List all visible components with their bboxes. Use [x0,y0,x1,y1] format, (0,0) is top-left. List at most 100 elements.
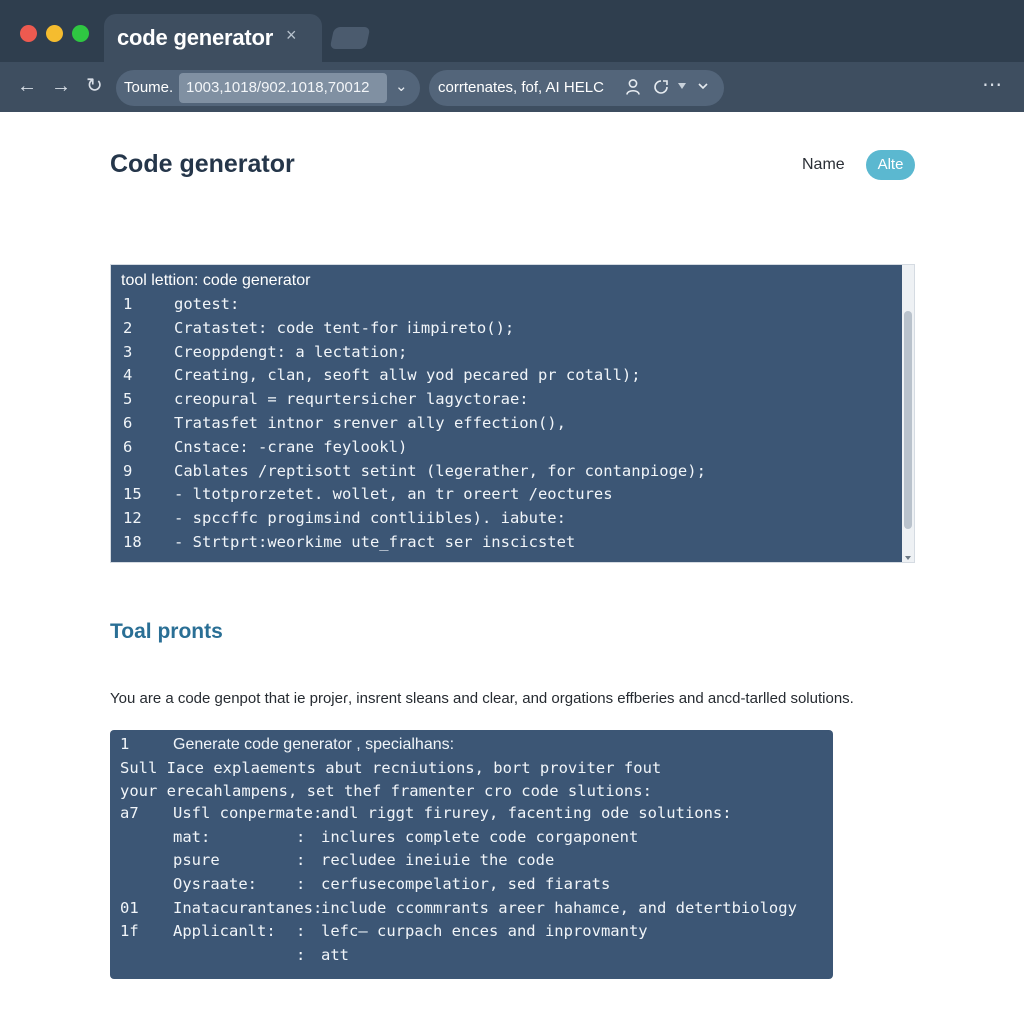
code-lines: 1 gotest: 2 Cratastet: code tent-for ⅰimpi… [111,293,901,555]
prompt-row-key: Usfl conpermate: [173,804,323,822]
back-arrow-icon[interactable]: ← [17,74,37,98]
code-text: Tratasfet intnor srenver ally effection(… [174,413,566,432]
prompt-panel: 1 Generate code generator , specialhans:… [110,730,833,979]
code-text: Creating, clan, seoft allw yod pecared p… [174,366,641,385]
prompt-row-value: att [321,946,349,964]
search-input[interactable]: corrtenates, fof, AI HELC [438,79,604,96]
code-line: 18 - Strtprt:weorkime ute_fract ser insci… [111,531,901,555]
new-tab-button[interactable] [329,27,371,49]
code-editor-panel[interactable]: tool lettion: code generator 1 gotest: 2 C… [110,264,915,563]
code-text: creopural = requrtersicher lagyctorae: [174,390,529,409]
scrollbar-thumb[interactable] [904,311,912,529]
line-number: 18 [123,532,142,551]
reload-icon[interactable]: ↻ [86,74,103,98]
prompt-row-key: Inatacurantanes: [173,899,323,917]
code-text: - ltotprorzetet. wollet, an tr oreert /e… [174,485,613,504]
section-description: You are a code genpot that ie projeɾ, in… [110,690,854,707]
code-header: tool lettion: code generator [121,272,311,289]
more-chevron-icon[interactable] [697,76,709,94]
prompt-row-number: a7 [120,804,139,822]
line-number: 3 [123,342,133,361]
prompt-row-colon: : [296,851,306,869]
prompt-row-key: Applicanlt: [173,922,276,940]
browser-toolbar: ← → ↻ Toume. 1003,1018/902.1018,70012 ⌄ … [0,62,1024,112]
prompt-row-value: andl riggt firurey, facenting ode soluti… [321,804,732,822]
line-number: 12 [123,509,142,528]
line-number: 9 [123,461,133,480]
prompt-row: mat: : inclures complete code corgaponen… [110,826,833,849]
code-line: 6 Cnstace: -crane feylookl) [111,436,901,460]
prompt-row-number: 1 [120,735,130,753]
maximize-window-button[interactable] [72,25,89,42]
prompt-row-value: recludee ineiuie the code [321,851,555,869]
close-window-button[interactable] [20,25,37,42]
code-line: 9 Cablates /reptisott setint (legerather,… [111,460,901,484]
prompt-row-colon: : [296,875,306,893]
prompt-row-key: psure [173,851,220,869]
minimize-window-button[interactable] [46,25,63,42]
prompt-row: Oysraate: : cerfusecompelatior, sed fiar… [110,873,833,896]
code-text: Cablates /reptisott setint (legerather, … [174,461,706,480]
code-line: 5 creopural = requrtersicher lagyctorae: [111,388,901,412]
prompt-intro-line: your erecahlampens, set thef framenter c… [110,780,833,803]
prompt-row: : att [110,944,833,967]
address-input[interactable]: 1003,1018/902.1018,70012 [179,73,387,103]
prompt-header-row: 1 Generate code generator , specialhans: [110,733,833,756]
forward-arrow-icon[interactable]: → [51,74,71,98]
code-text: - spccffc progimsind contliibles). iabut… [174,509,566,528]
tab-close-icon[interactable]: × [286,25,297,46]
prompt-intro-line: Sull Iace explaements abut recniutions, … [110,757,833,780]
code-text: Cratastet: code tent-for ⅰimpireto(); [174,318,515,337]
line-number: 5 [123,390,133,409]
search-bar[interactable]: corrtenates, fof, AI HELC [429,70,724,106]
prompt-row-colon: : [296,946,306,964]
code-line: 2 Cratastet: code tent-for ⅰimpireto(); [111,317,901,341]
prompt-row-number: 01 [120,899,139,917]
prompt-row: 01 Inatacurantanes: include ccommrants a… [110,897,833,920]
tab-code-generator[interactable]: code generator × [104,14,322,64]
line-number: 15 [123,485,142,504]
name-label: Name [802,156,845,173]
line-number: 6 [123,437,133,456]
prompt-row: psure : recludee ineiuie the code [110,849,833,872]
code-text: gotest: [174,295,240,313]
prompt-intro-text: Sull Iace explaements abut recniutions, … [120,759,662,777]
prompt-row-value: cerfusecompelatior, sed fiarats [321,875,611,893]
prompt-row-key: mat: [173,828,211,846]
extension-icon[interactable] [653,78,669,96]
prompt-row-value: inclures complete code corgaponent [321,828,639,846]
prompt-intro-text: your erecahlampens, set thef framenter c… [120,782,652,800]
scroll-down-icon[interactable] [904,554,912,562]
line-number: 4 [123,366,133,385]
code-line: 1 gotest: [111,293,901,317]
code-line: 3 Creoppdengt: a lectation; [111,341,901,365]
code-line: 6 Tratasfet intnor srenver ally effection… [111,412,901,436]
address-label: Toume. [124,79,174,96]
prompt-row-number: 1f [120,922,139,940]
prompt-row-value: include ccommrants areer hahamce, and de… [321,899,797,917]
address-bar[interactable]: Toume. 1003,1018/902.1018,70012 ⌄ [116,70,420,106]
browser-menu-icon[interactable]: ⋯ [982,72,1003,97]
page-title: Code generator [110,150,295,178]
prompt-row-value: lefc— curpach ences and inprovmanty [321,922,648,940]
prompt-row-key: Oysraate: [173,875,257,893]
prompt-row: a7 Usfl conpermate: andl riggt firurey, … [110,802,833,825]
line-number: 2 [123,318,133,337]
code-line: 12 - spccffc progimsind contliibles). iab… [111,507,901,531]
prompt-row: 1f Applicanlt: : lefc— curpach ences and… [110,920,833,943]
prompt-header-text: Generate code generator , specialhans: [173,736,455,753]
vertical-scrollbar[interactable] [902,265,914,562]
tab-title: code generator [117,25,274,50]
code-line: 15 - ltotprorzetet. wollet, an tr oreert … [111,483,901,507]
alte-toggle-button[interactable]: Alte [866,150,915,180]
chevron-down-icon[interactable]: ⌄ [395,77,408,95]
line-number: 1 [123,295,133,313]
dropdown-triangle-icon[interactable] [677,82,687,90]
code-line: 4 Creating, clan, seoft allw yod pecared … [111,364,901,388]
code-text: Creoppdengt: a lectation; [174,342,408,361]
line-number: 6 [123,413,133,432]
code-text: Cnstace: -crane feylookl) [174,437,408,456]
user-icon[interactable] [625,78,641,96]
browser-chrome: code generator × ← → ↻ Toume. 1003,1018/… [0,0,1024,112]
section-title: Toal pronts [110,620,223,643]
